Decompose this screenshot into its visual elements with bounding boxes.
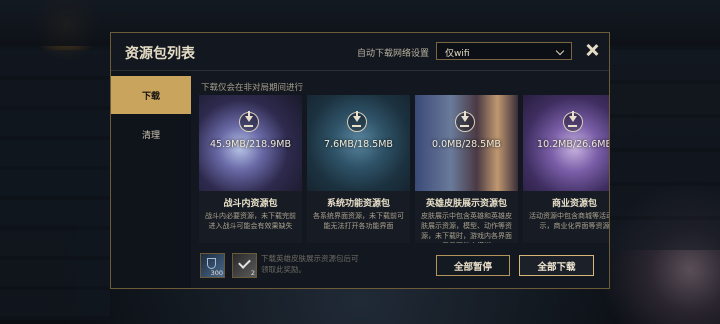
package-description: 活动资源中包含商城等活动展示，商业化界面等资源 [529, 212, 609, 230]
game-left-panel-background [0, 50, 110, 320]
chevron-down-icon [555, 46, 565, 56]
package-description: 战斗内必要资源，未下载完前进入战斗可能会有效果缺失 [205, 212, 296, 230]
reward-item-gem[interactable]: 300 [200, 253, 225, 278]
download-all-button[interactable]: 全部下载 [519, 255, 594, 276]
download-notice: 下载仅会在非对局期间进行 [201, 83, 304, 93]
package-description: 各系统界面资源，未下载前可能无法打开各功能界面 [313, 212, 404, 230]
badge-icon [238, 256, 251, 269]
reward-count: 2 [250, 269, 255, 277]
package-name: 系统功能资源包 [326, 199, 390, 209]
package-name: 商业资源包 [551, 199, 597, 209]
network-setting-value: 仅wifi [445, 49, 470, 59]
package-name: 英雄皮肤展示资源包 [425, 199, 507, 209]
gem-icon [207, 258, 216, 269]
package-name: 战斗内资源包 [223, 199, 278, 209]
package-size: 0.0MB/28.5MB [432, 139, 501, 150]
package-card-combat[interactable]: 45.9MB/218.9MB 战斗内资源包 战斗内必要资源，未下载完前进入战斗可… [199, 95, 302, 243]
package-size: 7.6MB/18.5MB [324, 139, 393, 150]
resource-pack-dialog: 资源包列表 自动下载网络设置 仅wifi 下载 清理 下载仅会在非对局期间进行 … [110, 32, 610, 289]
reward-description: 下载英雄皮肤展示资源包后可领取此奖励。 [261, 254, 359, 274]
package-size: 45.9MB/218.9MB [210, 139, 291, 150]
package-list: 45.9MB/218.9MB 战斗内资源包 战斗内必要资源，未下载完前进入战斗可… [199, 95, 609, 243]
package-card-commerce[interactable]: 10.2MB/26.6MB 商业资源包 活动资源中包含商城等活动展示，商业化界面… [523, 95, 609, 243]
download-icon[interactable] [455, 111, 475, 132]
download-icon[interactable] [347, 111, 367, 132]
package-description: 皮肤展示中包含英雄和英雄皮肤展示资源，模型、动作等资源，未下载时，游戏内各界面展… [421, 212, 512, 243]
package-card-skins[interactable]: 0.0MB/28.5MB 英雄皮肤展示资源包 皮肤展示中包含英雄和英雄皮肤展示资… [415, 95, 518, 243]
package-size: 10.2MB/26.6MB [537, 139, 609, 150]
close-icon[interactable] [584, 42, 600, 58]
download-icon[interactable] [563, 111, 583, 132]
download-icon[interactable] [239, 111, 259, 132]
reward-item-badge[interactable]: 2 [232, 253, 257, 278]
tab-cleanup[interactable]: 清理 [111, 115, 191, 153]
reward-count: 300 [210, 269, 223, 277]
game-right-panel-background [610, 50, 720, 250]
package-card-system[interactable]: 7.6MB/18.5MB 系统功能资源包 各系统界面资源，未下载前可能无法打开各… [307, 95, 410, 243]
pause-all-button[interactable]: 全部暂停 [436, 255, 510, 276]
dialog-title: 资源包列表 [125, 46, 195, 62]
network-setting-select[interactable]: 仅wifi [436, 42, 572, 60]
auto-download-label: 自动下载网络设置 [357, 49, 430, 59]
sidebar: 下载 清理 [111, 71, 191, 288]
tab-download[interactable]: 下载 [111, 76, 191, 114]
